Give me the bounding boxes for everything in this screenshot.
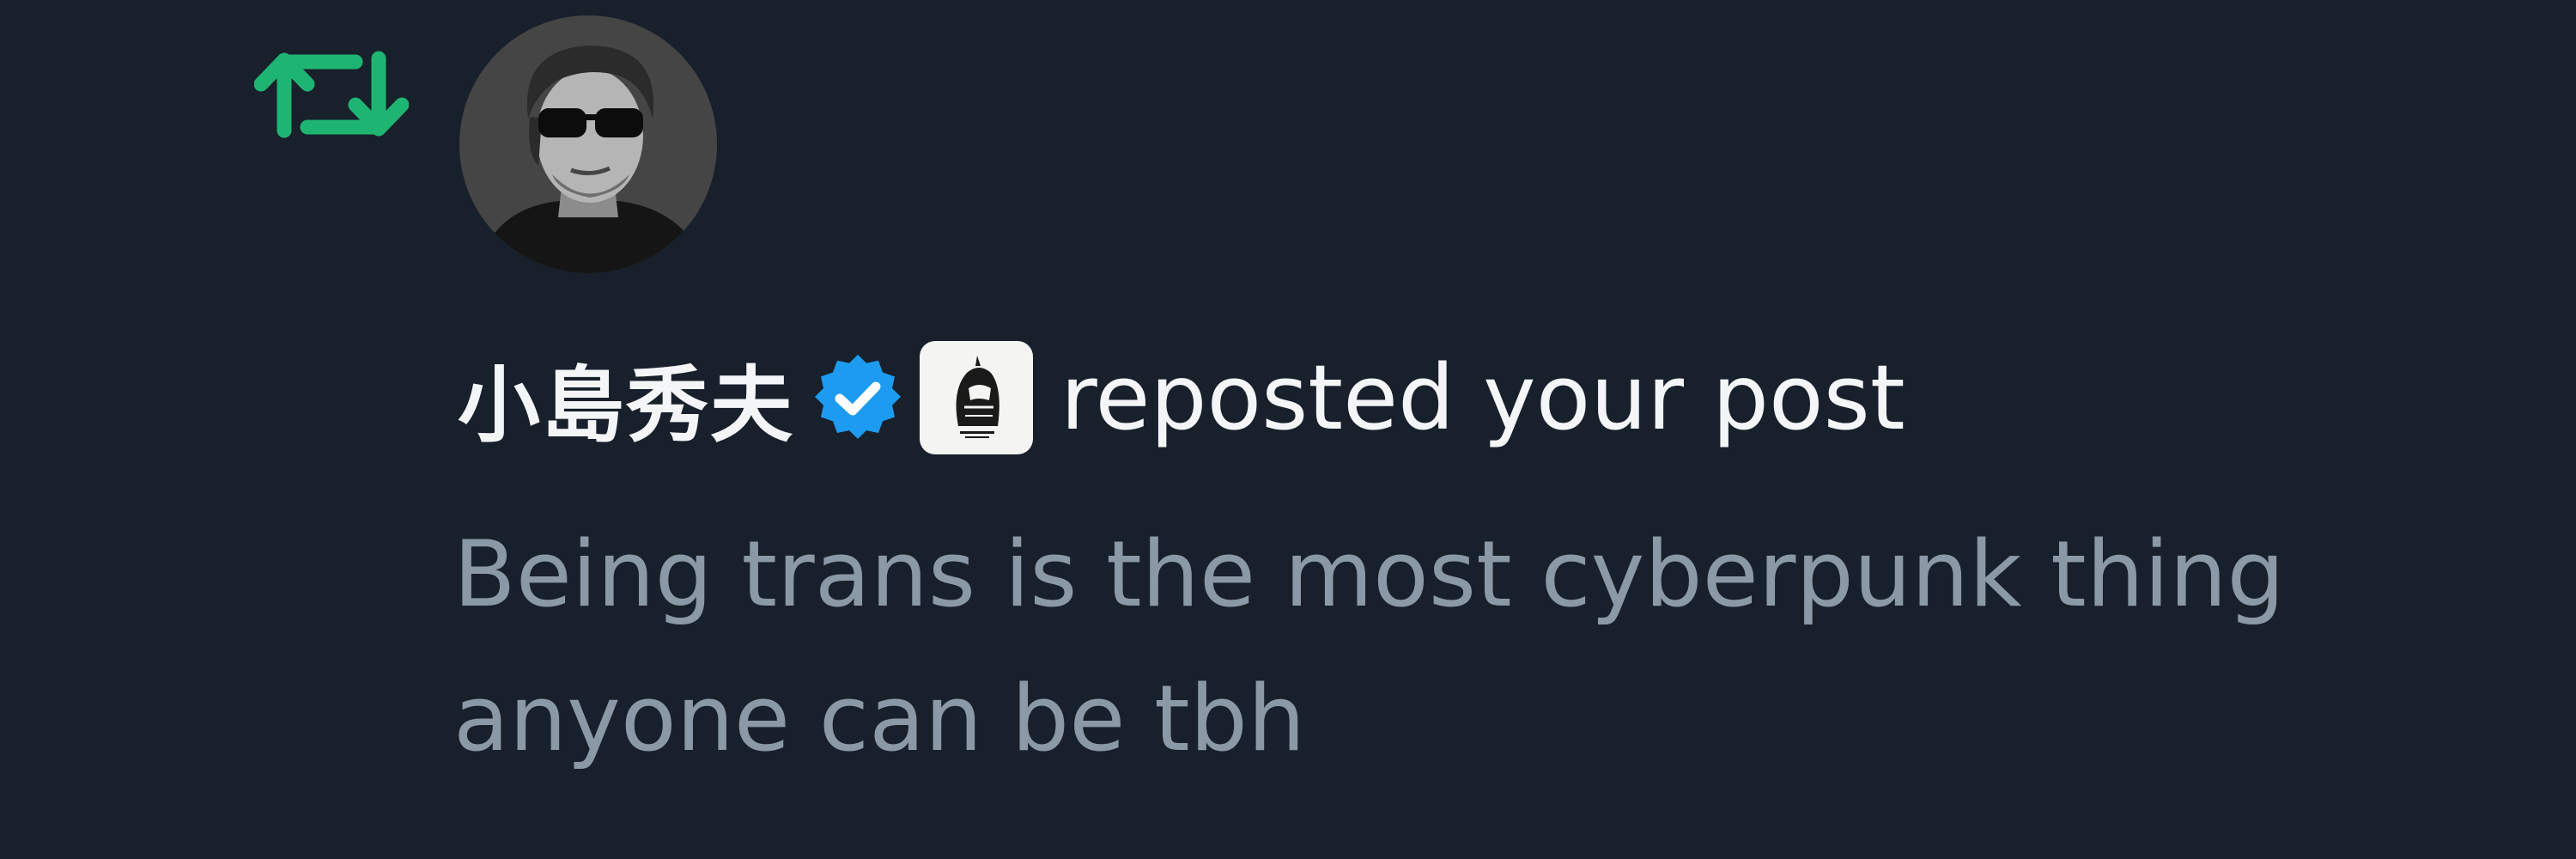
repost-icon [253,43,410,146]
action-text: reposted your post [1060,345,1905,450]
verified-badge-icon [813,353,902,442]
display-name[interactable]: 小島秀夫 [458,338,794,458]
post-text-line: Being trans is the most cyberpunk thing [453,521,2285,627]
kojima-productions-logo[interactable] [920,341,1033,454]
avatar[interactable] [459,15,717,273]
ludens-helmet-icon [956,356,999,438]
post-text-line: anyone can be tbh [453,666,1306,771]
repost-notification[interactable]: 小島秀夫 reposted your post Being trans is t… [0,0,2576,859]
notification-headline: 小島秀夫 reposted your post [458,338,2433,458]
avatar-photo [459,15,717,273]
post-text[interactable]: Being trans is the most cyberpunk thing … [453,503,2445,791]
